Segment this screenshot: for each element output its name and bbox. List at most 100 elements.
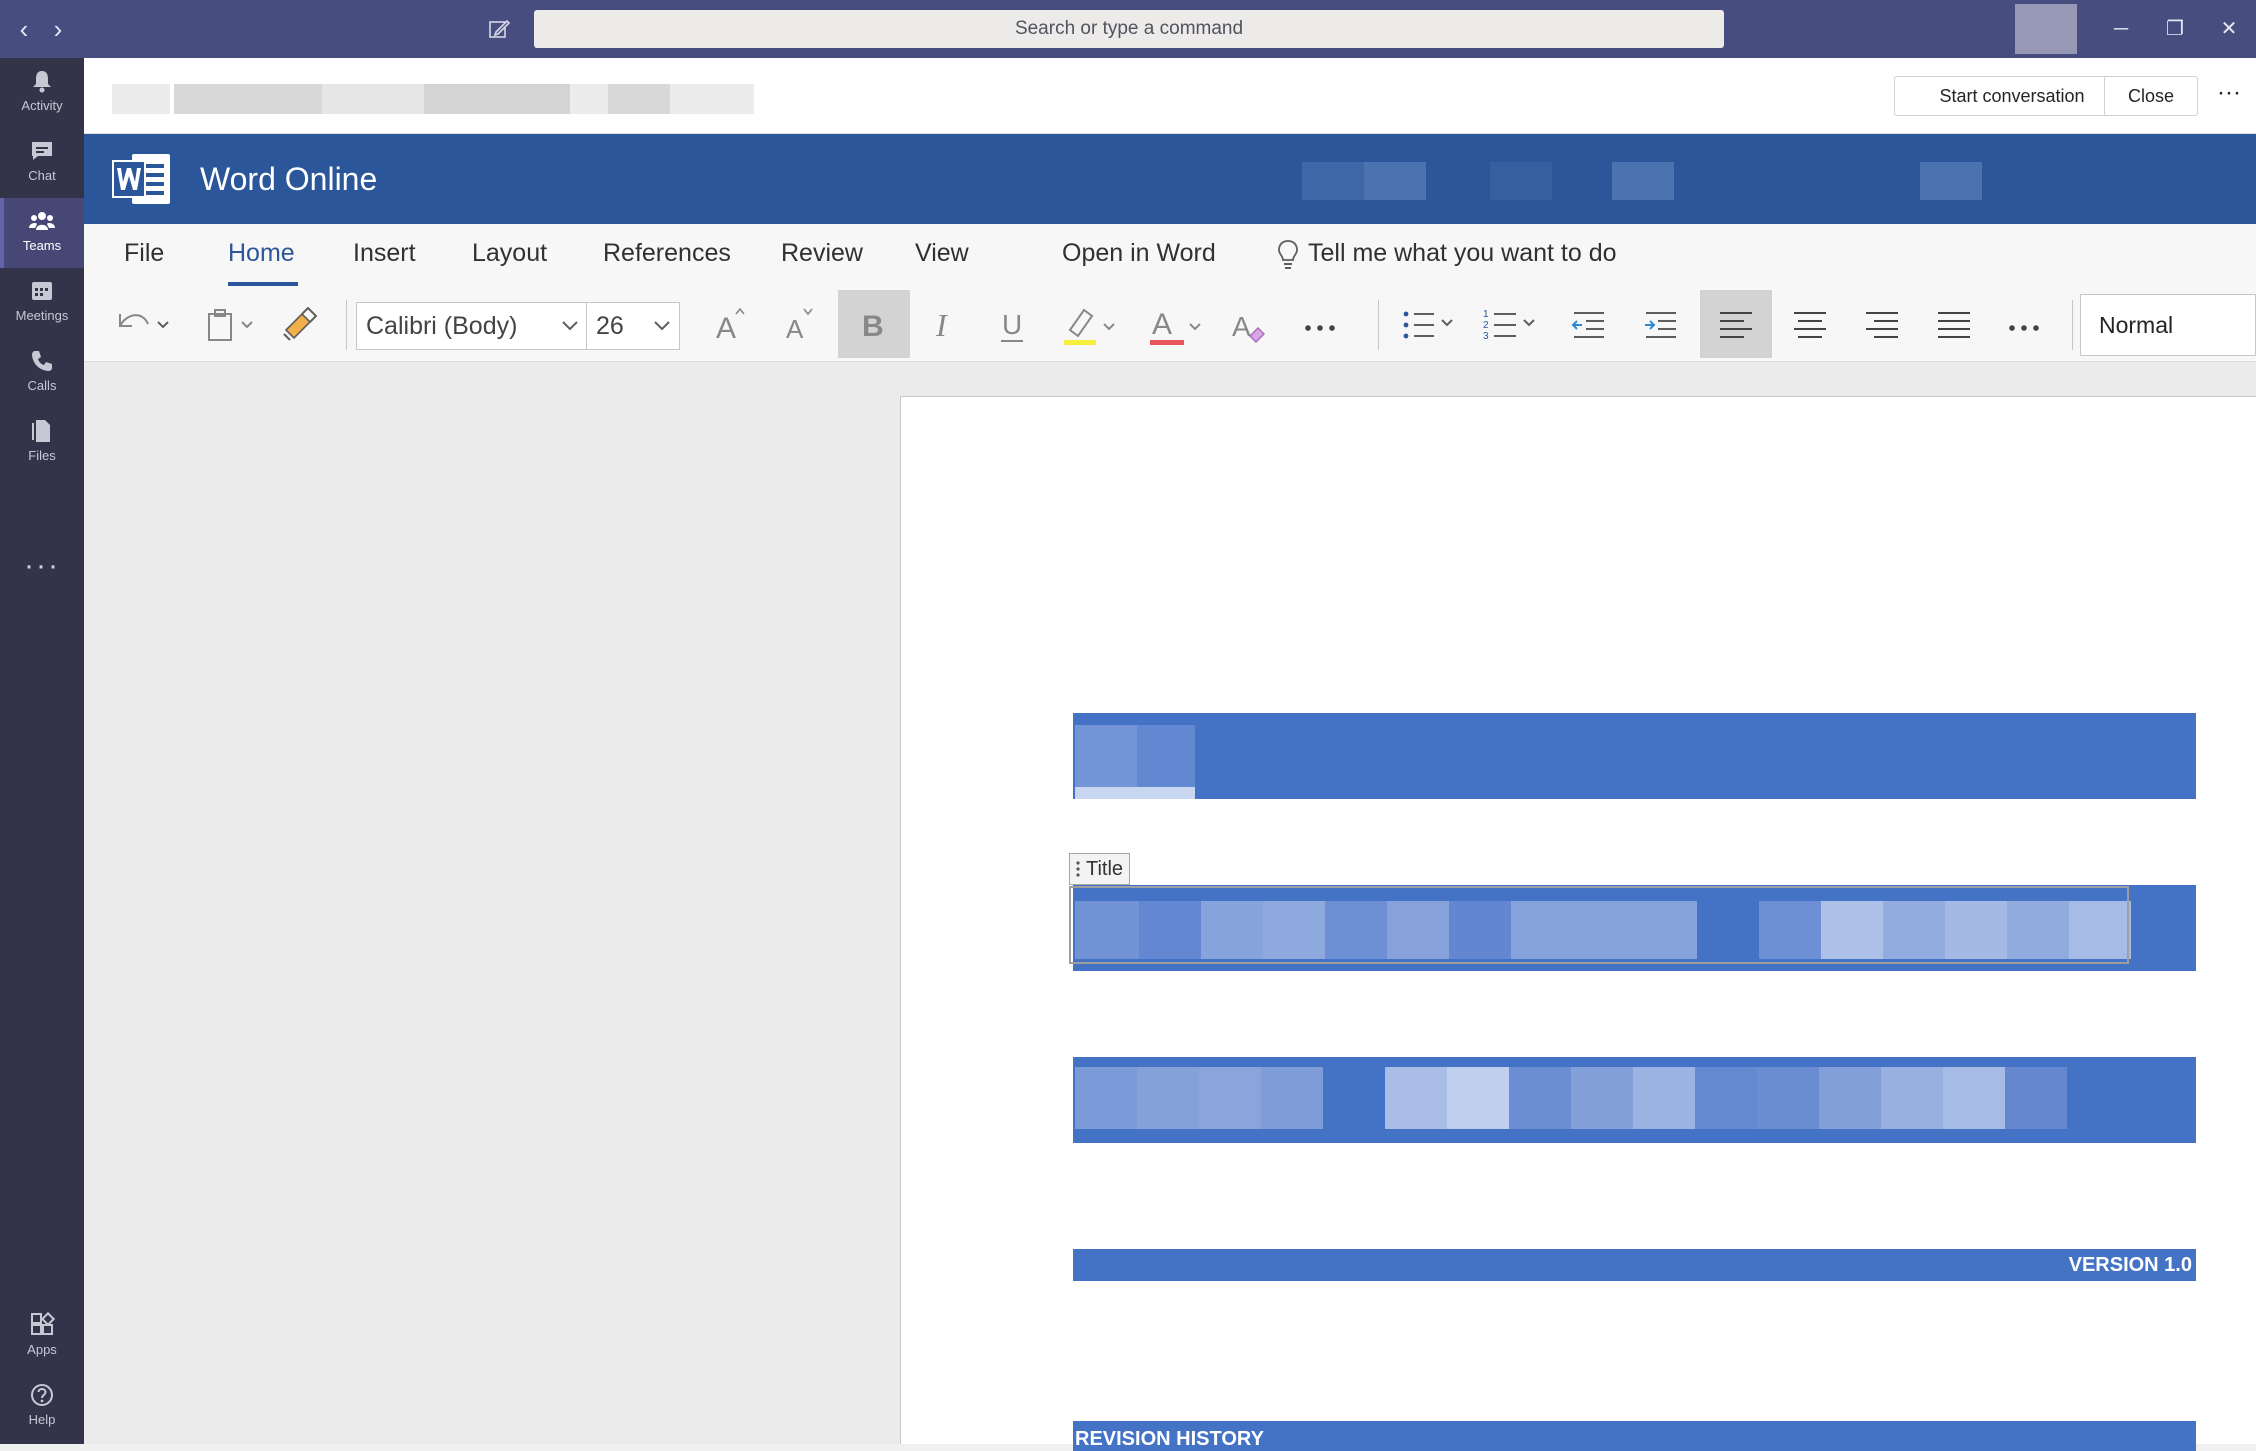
title-content-control-tag[interactable]: Title — [1069, 853, 1131, 885]
revision-history-band: REVISION HISTORY — [1073, 1421, 2196, 1451]
tab-home[interactable]: Home — [228, 236, 295, 270]
font-name-field[interactable]: Calibri (Body) — [356, 302, 588, 350]
rail-label: Meetings — [15, 308, 69, 323]
paste-button[interactable] — [200, 290, 264, 358]
font-color-button[interactable]: A — [1140, 290, 1210, 358]
tab-open-in-word[interactable]: Open in Word — [1062, 236, 1216, 270]
tell-me-input[interactable]: Tell me what you want to do — [1308, 236, 1617, 270]
restore-icon[interactable]: ❐ — [2156, 12, 2194, 46]
italic-button[interactable]: I — [914, 290, 974, 358]
title-bar: ‹ › Search or type a command ─ ❐ ✕ — [0, 0, 2256, 58]
minimize-icon[interactable]: ─ — [2102, 12, 2140, 46]
redacted-text — [1757, 1067, 1819, 1129]
highlight-button[interactable] — [1054, 290, 1124, 358]
svg-text:A: A — [1232, 311, 1251, 342]
selection-highlight — [1075, 787, 1195, 799]
redacted-text — [1261, 1067, 1323, 1129]
phone-icon — [32, 351, 52, 371]
rail-item-teams[interactable]: Teams — [0, 198, 84, 268]
redacted-text — [1633, 1067, 1695, 1129]
calendar-icon — [32, 282, 52, 300]
svg-text:3: 3 — [1483, 331, 1489, 342]
tab-layout[interactable]: Layout — [472, 236, 547, 270]
svg-text:A: A — [1152, 308, 1172, 341]
redacted-text — [1075, 725, 1137, 787]
compose-icon[interactable] — [484, 14, 514, 44]
tab-references[interactable]: References — [603, 236, 731, 270]
document-icon — [112, 84, 170, 114]
file-icon — [32, 420, 50, 442]
chat-icon — [32, 142, 52, 160]
svg-text:A: A — [786, 314, 804, 344]
svg-text:B: B — [862, 310, 884, 343]
more-paragraph-options-icon[interactable] — [1994, 290, 2054, 358]
search-input[interactable]: Search or type a command — [534, 10, 1724, 48]
start-conversation-button[interactable]: Start conversation — [1894, 76, 2130, 116]
redacted-text — [1137, 725, 1195, 787]
font-size-field[interactable]: 26 — [586, 302, 680, 350]
rail-item-apps[interactable]: Apps — [0, 1302, 84, 1372]
redacted-text — [1695, 1067, 1757, 1129]
ribbon-tabs: File Home Insert Layout References Revie… — [84, 224, 2256, 286]
chevron-down-icon[interactable] — [653, 319, 671, 333]
svg-text:1: 1 — [1483, 309, 1489, 320]
numbering-button[interactable]: 123 — [1476, 290, 1546, 358]
svg-text:2: 2 — [1483, 320, 1489, 331]
redacted-text — [1943, 1067, 2005, 1129]
app-title: Word Online — [200, 161, 378, 197]
close-button[interactable]: Close — [2104, 76, 2198, 116]
tab-file[interactable]: File — [124, 236, 164, 270]
tab-review[interactable]: Review — [781, 236, 863, 270]
justify-button[interactable] — [1922, 290, 1986, 358]
undo-button[interactable] — [110, 290, 174, 358]
more-apps-icon[interactable]: ··· — [0, 546, 84, 596]
align-right-button[interactable] — [1850, 290, 1914, 358]
tab-insert[interactable]: Insert — [353, 236, 416, 270]
rail-label: Help — [28, 1412, 56, 1427]
rail-item-files[interactable]: Files — [0, 408, 84, 478]
clear-formatting-button[interactable]: A — [1220, 290, 1280, 358]
underline-button[interactable]: U — [984, 290, 1044, 358]
grow-font-button[interactable]: A — [700, 290, 760, 358]
redacted-text — [1199, 1067, 1261, 1129]
style-field[interactable]: Normal — [2080, 294, 2256, 356]
redacted-text — [1819, 1067, 1881, 1129]
close-window-icon[interactable]: ✕ — [2210, 12, 2248, 46]
ribbon-commands: Calibri (Body) 26 A A B I U A A 1 2 3 No… — [84, 286, 2256, 362]
word-app-bar: Word Online — [84, 134, 2256, 224]
lightbulb-icon — [1278, 240, 1298, 269]
rail-item-help[interactable]: Help — [0, 1372, 84, 1442]
more-font-options-icon[interactable] — [1290, 290, 1350, 358]
decrease-indent-button[interactable] — [1560, 290, 1620, 358]
title-content-control[interactable] — [1069, 886, 2129, 964]
rail-item-calls[interactable]: Calls — [0, 338, 84, 408]
redacted-item — [1302, 162, 1364, 200]
subtitle-band — [1073, 1057, 2196, 1143]
shrink-font-button[interactable]: A — [770, 290, 830, 358]
redacted-text — [1447, 1067, 1509, 1129]
ribbon-separator — [346, 300, 347, 350]
rail-item-meetings[interactable]: Meetings — [0, 268, 84, 338]
rail-label: Calls — [27, 378, 57, 393]
svg-text:I: I — [935, 307, 948, 343]
redacted-text — [1509, 1067, 1571, 1129]
svg-text:A: A — [716, 312, 736, 345]
increase-indent-button[interactable] — [1632, 290, 1692, 358]
rail-item-chat[interactable]: Chat — [0, 128, 84, 198]
more-options-icon[interactable]: ··· — [2212, 78, 2246, 114]
word-logo-icon — [112, 154, 170, 204]
align-left-button[interactable] — [1700, 290, 1772, 358]
tab-view[interactable]: View — [915, 236, 969, 270]
rail-item-activity[interactable]: Activity — [0, 58, 84, 128]
bullets-button[interactable] — [1394, 290, 1464, 358]
back-arrow-icon[interactable]: ‹ — [10, 14, 38, 44]
app-header: Start conversation Close ··· — [84, 58, 2256, 134]
align-center-button[interactable] — [1778, 290, 1842, 358]
redacted-filename — [608, 84, 670, 114]
chevron-down-icon[interactable] — [561, 319, 579, 333]
document-page[interactable]: Title VERSION 1.0 REVISION HISTORY — [900, 396, 2256, 1451]
format-painter-button[interactable] — [272, 290, 324, 358]
bold-button[interactable]: B — [838, 290, 910, 358]
avatar[interactable] — [2015, 4, 2077, 54]
forward-arrow-icon[interactable]: › — [44, 14, 72, 44]
